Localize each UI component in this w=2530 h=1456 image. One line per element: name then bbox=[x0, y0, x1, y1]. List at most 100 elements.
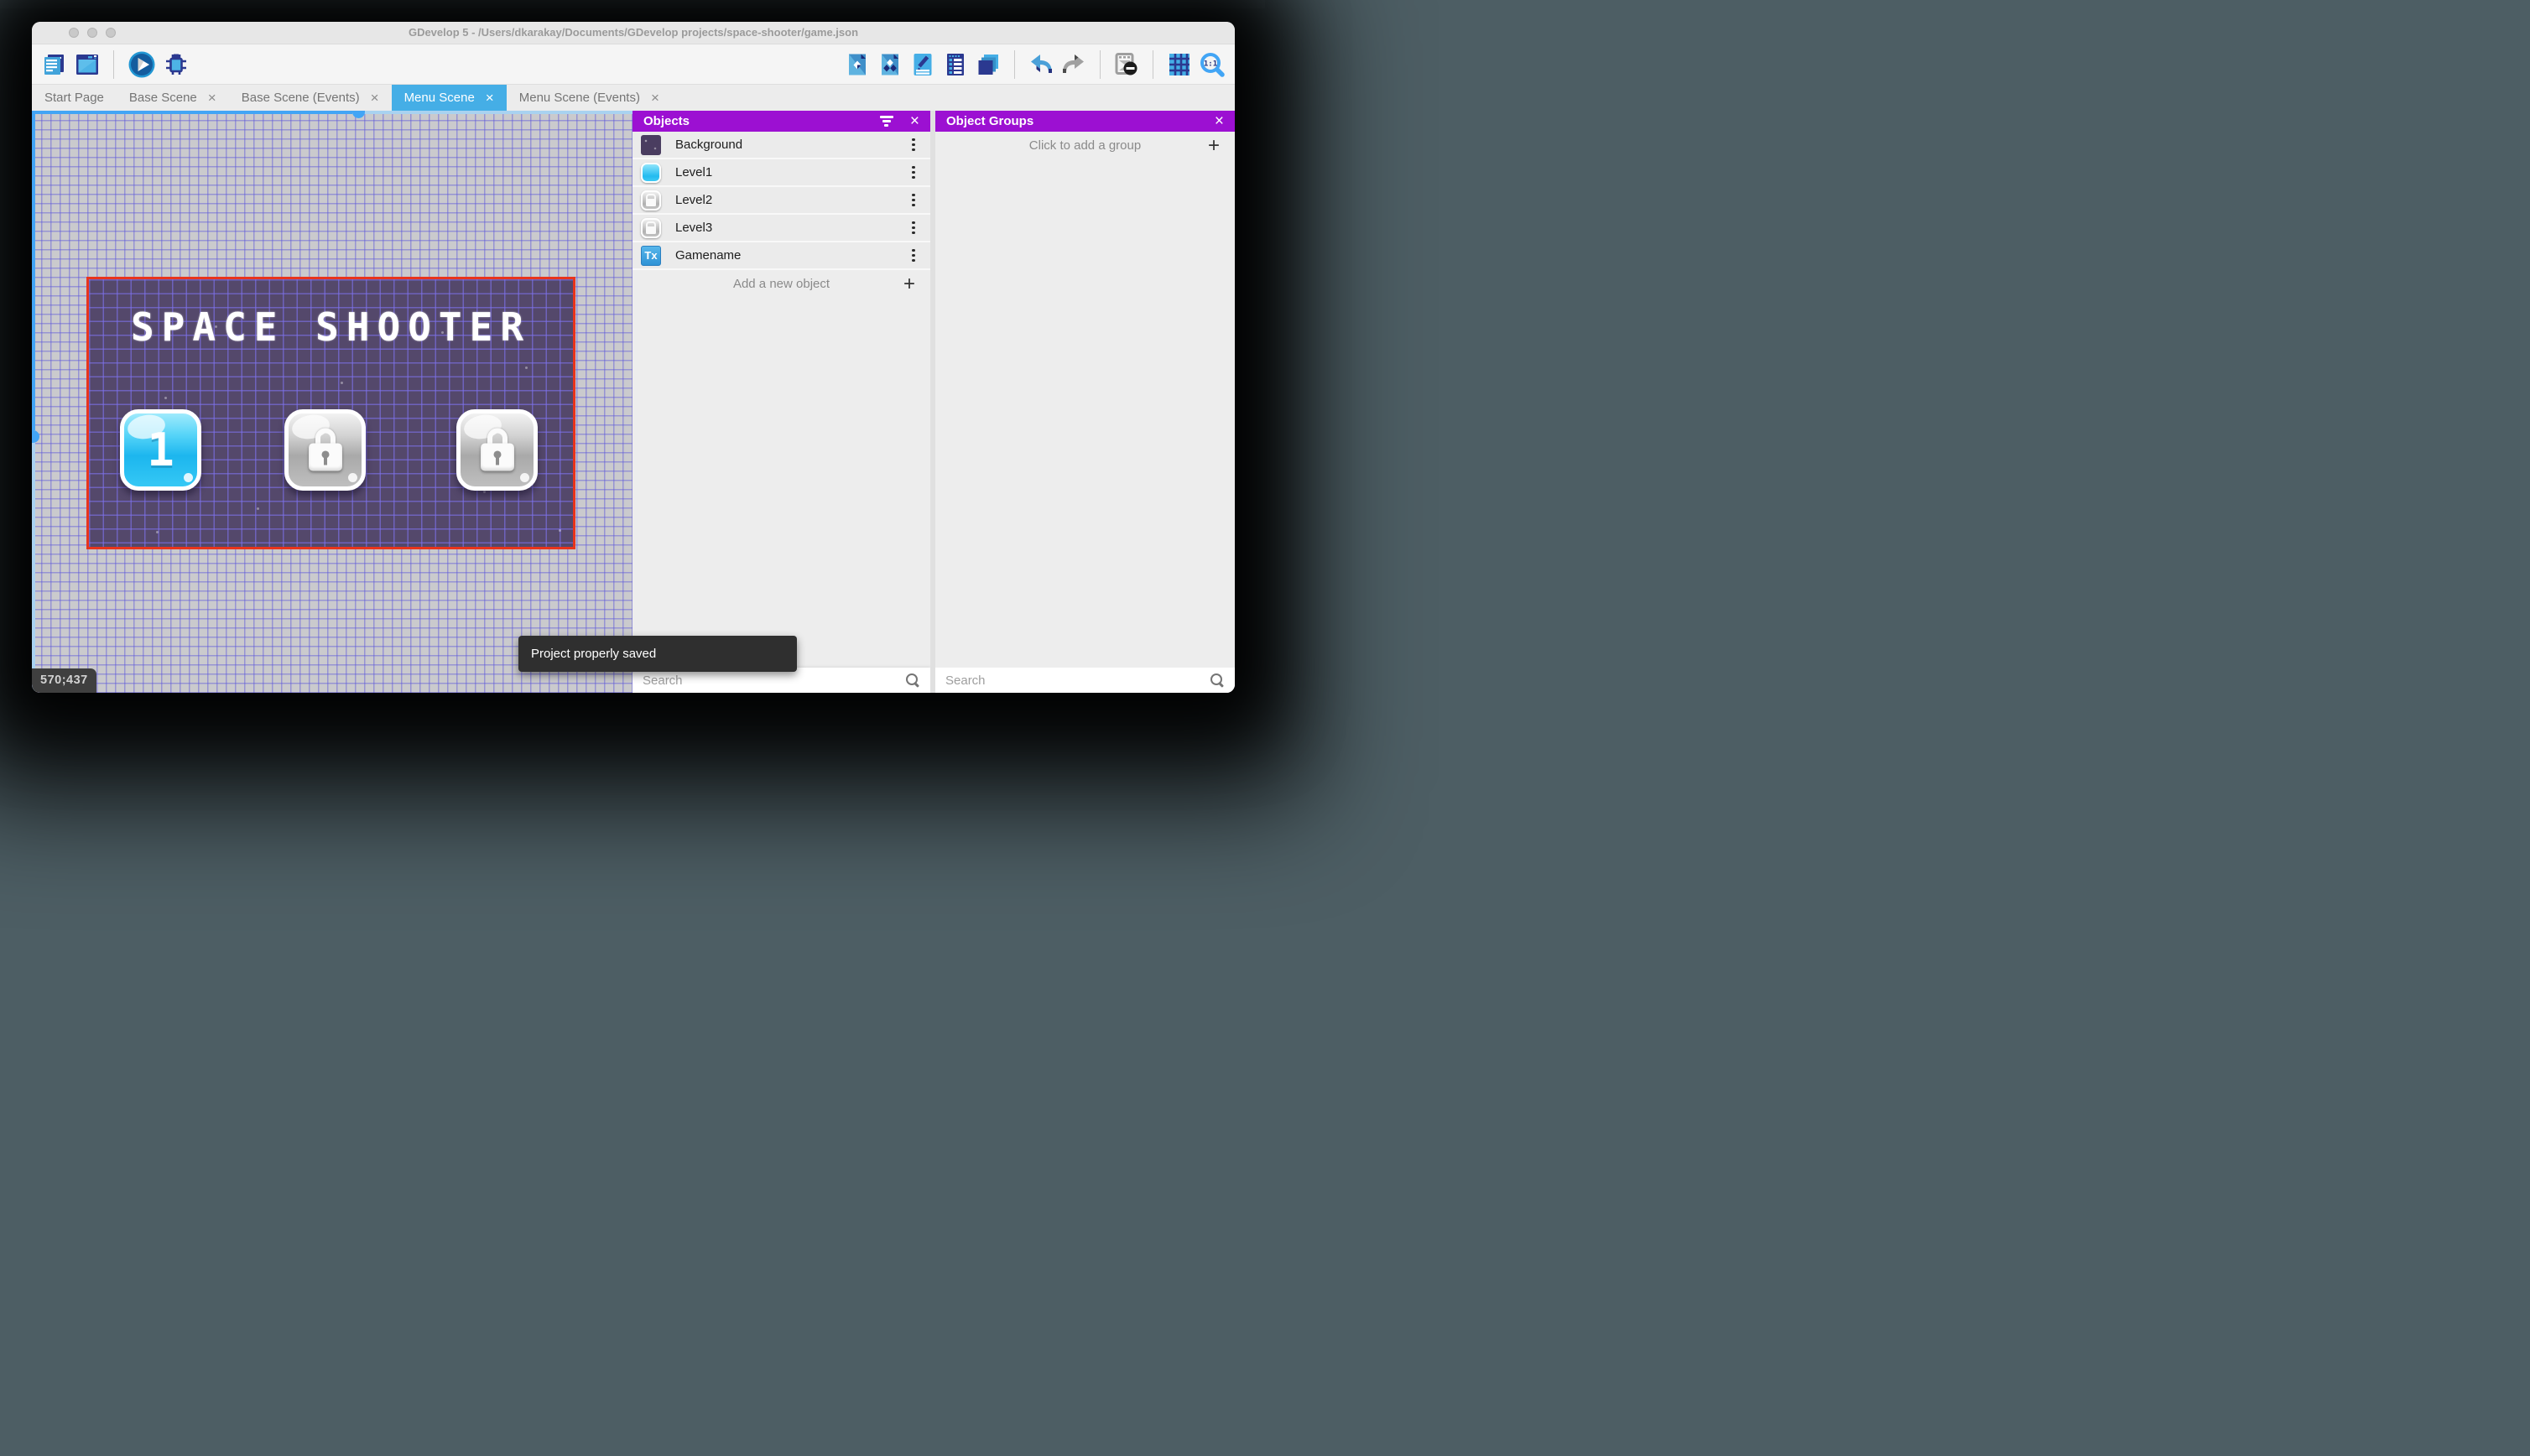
title-bar: GDevelop 5 - /Users/dkarakay/Documents/G… bbox=[32, 22, 1235, 44]
star-speck bbox=[525, 367, 528, 369]
desktop-background bbox=[0, 0, 1265, 8]
vertical-scrollbar-thumb[interactable] bbox=[32, 430, 39, 443]
object-groups-panel-title: Object Groups bbox=[946, 114, 1034, 128]
close-panel-icon[interactable]: × bbox=[910, 113, 919, 129]
close-tab-icon[interactable]: × bbox=[208, 91, 216, 105]
object-menu-icon[interactable] bbox=[905, 163, 922, 183]
plus-icon[interactable]: + bbox=[1205, 135, 1223, 156]
background-instance-selected[interactable]: SPACE SHOOTER 1 bbox=[86, 277, 575, 549]
toast-message: Project properly saved bbox=[531, 647, 657, 661]
tab-label: Base Scene (Events) bbox=[241, 91, 360, 105]
object-menu-icon[interactable] bbox=[905, 190, 922, 211]
add-group-label: Click to add a group bbox=[1028, 138, 1142, 153]
play-preview-icon[interactable] bbox=[128, 50, 156, 79]
object-row-level3[interactable]: Level3 bbox=[632, 215, 930, 242]
redo-icon[interactable] bbox=[1061, 52, 1086, 77]
star-speck bbox=[215, 325, 217, 328]
star-speck bbox=[156, 531, 159, 533]
debug-icon[interactable] bbox=[164, 52, 189, 77]
level3-button-instance[interactable] bbox=[456, 409, 538, 491]
star-speck bbox=[441, 331, 444, 334]
object-menu-icon[interactable] bbox=[905, 218, 922, 238]
objects-panel: Objects × Background Level1 Level2 Level… bbox=[632, 111, 930, 693]
vertical-scrollbar[interactable] bbox=[32, 111, 39, 693]
object-groups-icon[interactable] bbox=[877, 52, 903, 77]
svg-text:1:1: 1:1 bbox=[1204, 60, 1217, 68]
groups-search-bar bbox=[935, 668, 1235, 693]
undo-icon[interactable] bbox=[1028, 52, 1054, 77]
text-object-thumbnail: Tx bbox=[641, 245, 661, 266]
toolbar-right-group: 1:1 bbox=[845, 49, 1225, 79]
main-toolbar: 1:1 bbox=[32, 44, 1235, 84]
add-new-object-row[interactable]: Add a new object + bbox=[632, 270, 930, 298]
mask-preview-icon[interactable] bbox=[1114, 52, 1139, 77]
tab-label: Menu Scene bbox=[403, 91, 475, 105]
toolbar-separator bbox=[1014, 49, 1015, 79]
level2-button-instance[interactable] bbox=[284, 409, 366, 491]
object-row-background[interactable]: Background bbox=[632, 132, 930, 159]
instances-list-icon[interactable] bbox=[943, 52, 968, 77]
tab-start-page[interactable]: Start Page bbox=[32, 85, 117, 111]
close-tab-icon[interactable]: × bbox=[486, 91, 494, 105]
object-groups-panel: Object Groups × Click to add a group + bbox=[935, 111, 1235, 693]
object-menu-icon[interactable] bbox=[905, 135, 922, 155]
tab-base-scene[interactable]: Base Scene × bbox=[117, 85, 229, 111]
object-name: Level3 bbox=[675, 221, 713, 235]
groups-panel-empty-area bbox=[935, 159, 1235, 668]
close-tab-icon[interactable]: × bbox=[651, 91, 659, 105]
scene-editor-canvas[interactable]: SPACE SHOOTER 1 570;437 bbox=[32, 111, 632, 693]
lock-icon bbox=[308, 427, 342, 471]
layers-icon[interactable] bbox=[976, 52, 1001, 77]
close-panel-icon[interactable]: × bbox=[1215, 113, 1224, 129]
objects-panel-header: Objects × bbox=[632, 111, 930, 132]
search-icon[interactable] bbox=[1210, 673, 1225, 688]
object-name: Background bbox=[675, 138, 743, 152]
object-row-gamename[interactable]: Tx Gamename bbox=[632, 242, 930, 270]
object-name: Level2 bbox=[675, 193, 713, 207]
tab-menu-scene[interactable]: Menu Scene × bbox=[391, 85, 507, 111]
level2-sprite-thumbnail bbox=[641, 190, 661, 211]
star-speck bbox=[341, 382, 343, 384]
object-groups-panel-header: Object Groups × bbox=[935, 111, 1235, 132]
close-window-button[interactable] bbox=[69, 28, 79, 38]
objects-panel-empty-area bbox=[632, 298, 930, 668]
zoom-window-button[interactable] bbox=[106, 28, 116, 38]
project-manager-icon[interactable] bbox=[42, 52, 67, 77]
object-row-level2[interactable]: Level2 bbox=[632, 187, 930, 215]
close-tab-icon[interactable]: × bbox=[371, 91, 379, 105]
horizontal-scrollbar-thumb[interactable] bbox=[352, 111, 365, 118]
toolbar-left-group bbox=[42, 49, 189, 79]
tab-label: Menu Scene (Events) bbox=[518, 91, 640, 105]
cursor-coordinates-badge: 570;437 bbox=[32, 668, 96, 693]
properties-icon[interactable] bbox=[910, 52, 935, 77]
level1-sprite-thumbnail bbox=[641, 162, 661, 183]
plus-icon[interactable]: + bbox=[900, 273, 919, 294]
groups-search-input[interactable] bbox=[945, 673, 1203, 688]
minimize-window-button[interactable] bbox=[87, 28, 97, 38]
level1-button-instance[interactable]: 1 bbox=[120, 409, 201, 491]
tab-label: Start Page bbox=[44, 91, 104, 105]
filter-icon[interactable] bbox=[879, 116, 893, 127]
window-title: GDevelop 5 - /Users/dkarakay/Documents/G… bbox=[408, 26, 859, 39]
zoom-1-1-icon[interactable]: 1:1 bbox=[1200, 52, 1225, 77]
scene-title-text: SPACE SHOOTER bbox=[130, 304, 532, 350]
tab-base-scene-events[interactable]: Base Scene (Events) × bbox=[229, 85, 392, 111]
search-icon[interactable] bbox=[905, 673, 920, 688]
add-object-icon[interactable] bbox=[845, 52, 870, 77]
star-speck bbox=[164, 397, 167, 399]
objects-panel-title: Objects bbox=[643, 114, 690, 128]
object-row-level1[interactable]: Level1 bbox=[632, 159, 930, 187]
traffic-lights bbox=[69, 28, 116, 38]
star-speck bbox=[257, 507, 259, 510]
gdevelop-window: GDevelop 5 - /Users/dkarakay/Documents/G… bbox=[32, 22, 1235, 693]
toolbar-separator bbox=[1100, 49, 1101, 79]
scene-window-icon[interactable] bbox=[75, 52, 100, 77]
background-sprite-thumbnail bbox=[641, 134, 661, 155]
objects-search-input[interactable] bbox=[643, 673, 898, 688]
object-name: Level1 bbox=[675, 165, 713, 179]
object-menu-icon[interactable] bbox=[905, 246, 922, 266]
horizontal-scrollbar[interactable] bbox=[32, 111, 632, 118]
tab-menu-scene-events[interactable]: Menu Scene (Events) × bbox=[507, 85, 672, 111]
grid-icon[interactable] bbox=[1167, 52, 1192, 77]
add-group-row[interactable]: Click to add a group + bbox=[935, 132, 1235, 159]
